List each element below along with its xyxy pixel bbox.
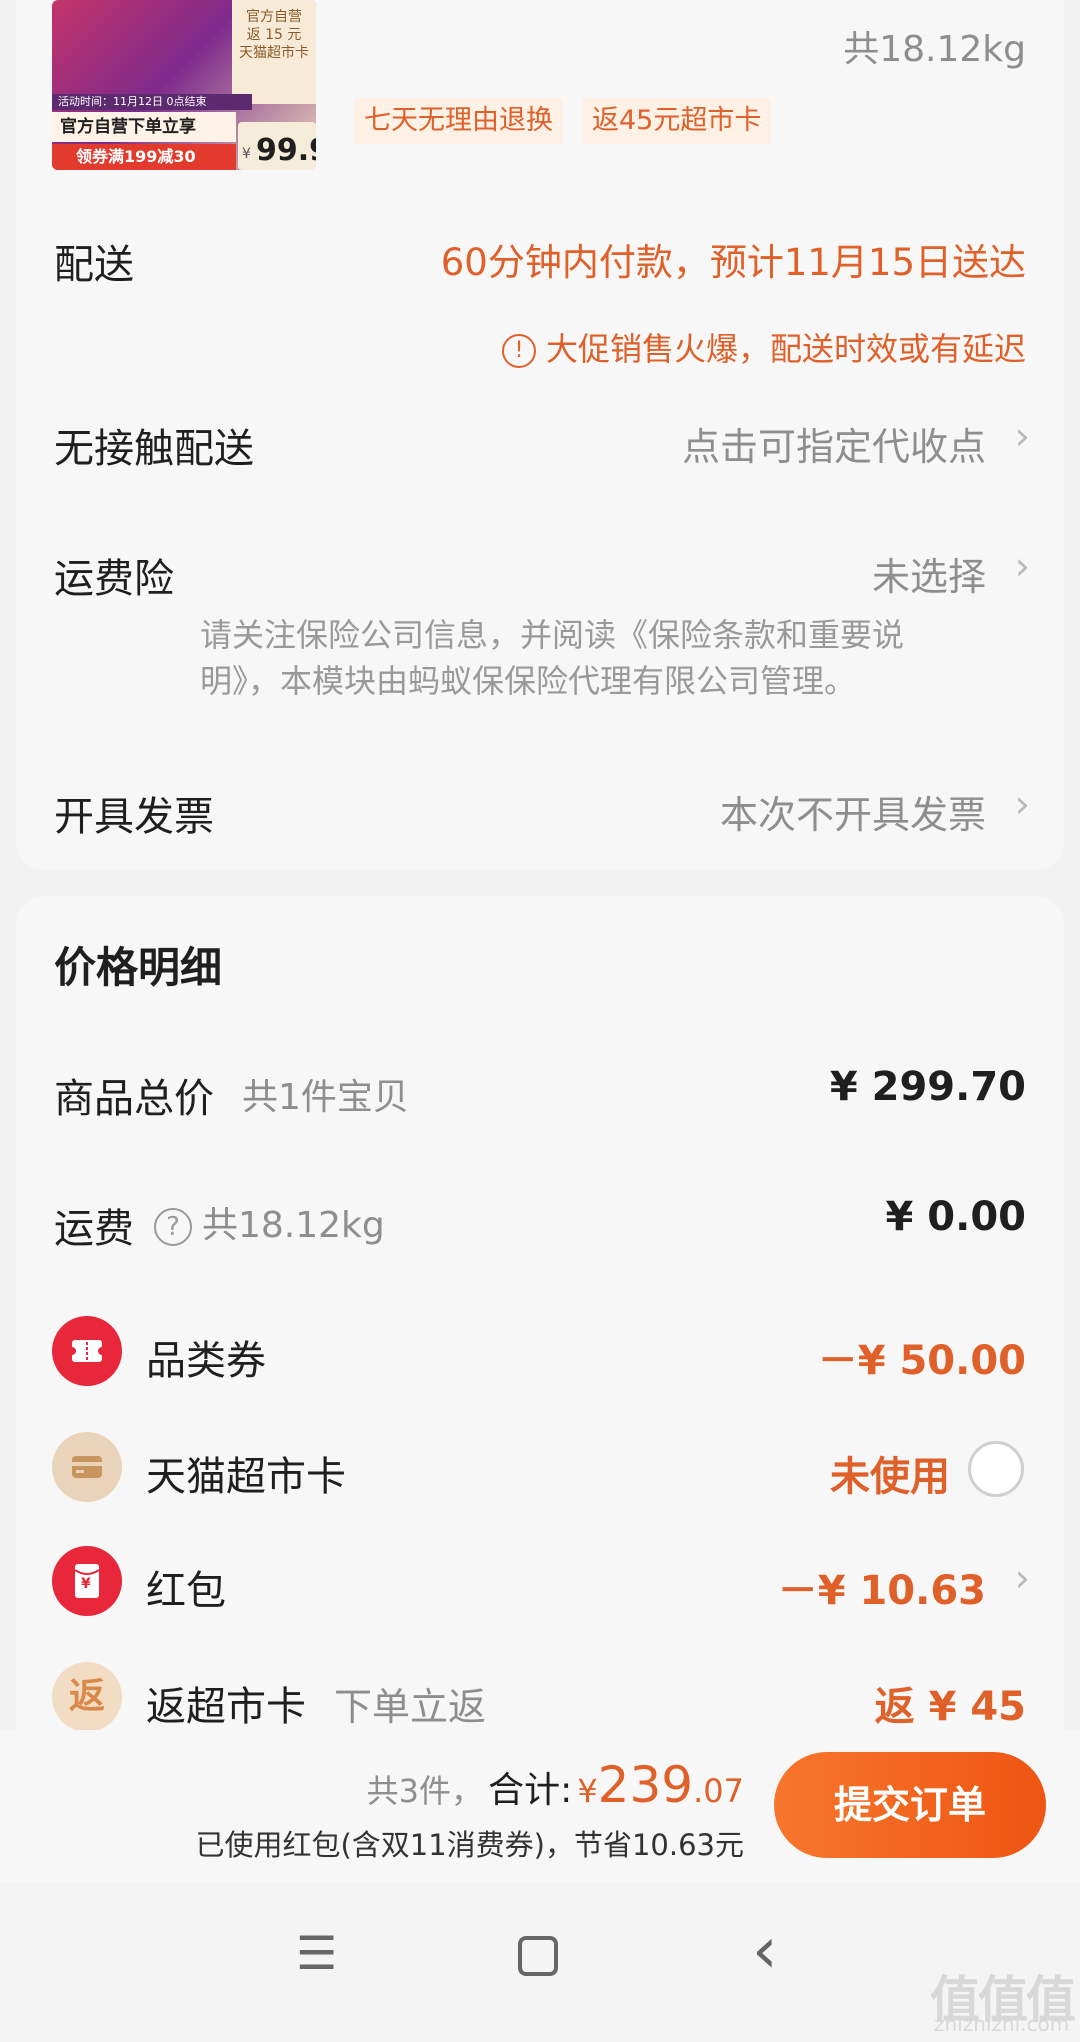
order-total: 共3件， 合计: ¥239.07 [367, 1756, 744, 1814]
chevron-right-icon: › [1014, 782, 1030, 826]
red-packet-yuan: ¥ [81, 1576, 91, 1592]
red-packet-row[interactable]: ¥ 红包 －¥ 10.63 › [0, 1538, 1080, 1628]
freight-insurance-row[interactable]: 运费险 未选择 › [0, 530, 1080, 610]
price-detail-title: 价格明细 [54, 943, 223, 992]
thumb-price-symbol: ¥ [242, 146, 251, 162]
red-packet-value: －¥ 10.63 [777, 1568, 986, 1614]
goods-total-label: 商品总价 [54, 1076, 214, 1122]
delivery-eta: 60分钟内付款，预计11月15日送达 [440, 241, 1026, 284]
item-count: 共3件， [366, 1772, 483, 1810]
red-packet-icon: ¥ [52, 1546, 122, 1616]
tmall-card-value: 未使用 [830, 1454, 950, 1500]
warning-icon: ! [501, 334, 536, 368]
back-icon[interactable]: ‹ [752, 1914, 778, 1988]
goods-total-value: ¥ 299.70 [829, 1064, 1026, 1110]
thumb-coupon-text: 领券满199减30 [52, 144, 236, 170]
thumb-cashback-tag: 官方自营 返 15 元 天猫超市卡 [232, 0, 316, 104]
shipping-weight: 共18.12kg [202, 1205, 385, 1246]
red-packet-label: 红包 [146, 1568, 226, 1614]
contactless-value: 点击可指定代收点 [681, 425, 986, 469]
thumb-activity-text: 活动时间：11月12日 0点结束 [52, 94, 252, 110]
invoice-row[interactable]: 开具发票 本次不开具发票 › [0, 768, 1080, 848]
system-navbar: ☰ ‹ [0, 1882, 1080, 2042]
shipping-label: 运费 [54, 1206, 134, 1252]
cashback-card-value: 返 ¥ 45 [874, 1684, 1026, 1730]
delivery-warning-text: 大促销售火爆，配送时效或有延迟 [545, 330, 1026, 368]
ticket-icon [52, 1316, 122, 1386]
tag-return-policy: 七天无理由退换 [354, 98, 563, 144]
contactless-row[interactable]: 无接触配送 点击可指定代收点 › [0, 400, 1080, 480]
tag-cashback: 返45元超市卡 [582, 98, 772, 144]
invoice-value: 本次不开具发票 [719, 793, 986, 837]
goods-count: 共1件宝贝 [242, 1077, 409, 1118]
help-icon[interactable]: ? [154, 1208, 192, 1246]
tmall-card-label: 天猫超市卡 [146, 1454, 346, 1500]
chevron-right-icon: › [1014, 414, 1030, 458]
category-coupon-value: －¥ 50.00 [817, 1338, 1026, 1384]
chevron-right-icon: › [1014, 544, 1030, 588]
thumb-price: 99.9 [256, 133, 316, 168]
total-label: 合计: [488, 1770, 573, 1811]
shipping-info: ? 共18.12kg [136, 1196, 385, 1248]
chevron-right-icon: › [1014, 1556, 1030, 1600]
shipping-value: ¥ 0.00 [885, 1194, 1026, 1240]
category-coupon-label: 品类券 [146, 1338, 266, 1384]
cashback-card-label: 返超市卡 [146, 1684, 306, 1730]
delivery-label: 配送 [54, 242, 134, 288]
menu-icon[interactable]: ☰ [296, 1926, 337, 1980]
product-weight: 共18.12kg [843, 29, 1026, 70]
watermark-url: zhizhizhi.com [934, 2012, 1070, 2036]
tmall-card-radio[interactable] [968, 1441, 1024, 1497]
insurance-note: 请关注保险公司信息，并阅读《保险条款和重要说明》，本模块由蚂蚁保保险代理有限公司… [200, 616, 905, 700]
product-thumbnail[interactable]: 官方自营 返 15 元 天猫超市卡 活动时间：11月12日 0点结束 官方自营下… [52, 0, 316, 170]
total-int: 239 [597, 1756, 694, 1814]
invoice-label: 开具发票 [54, 794, 214, 840]
freight-insurance-value: 未选择 [871, 555, 986, 599]
total-currency: ¥ [577, 1772, 598, 1810]
order-confirm-page: 官方自营 返 15 元 天猫超市卡 活动时间：11月12日 0点结束 官方自营下… [0, 0, 1080, 2042]
cashback-icon: 返 [52, 1662, 122, 1732]
tmall-card-row[interactable]: 天猫超市卡 未使用 [0, 1424, 1080, 1514]
contactless-label: 无接触配送 [54, 426, 254, 472]
delivery-warning: ! 大促销售火爆，配送时效或有延迟 [501, 324, 1026, 370]
freight-insurance-label: 运费险 [54, 556, 174, 602]
card-icon [52, 1432, 122, 1502]
savings-text: 已使用红包(含双11消费券)，节省10.63元 [195, 1828, 744, 1862]
thumb-promo-text: 官方自营下单立享 [52, 112, 236, 142]
total-dec: .07 [693, 1772, 744, 1810]
category-coupon-row[interactable]: 品类券 －¥ 50.00 [0, 1308, 1080, 1398]
home-icon[interactable] [518, 1936, 558, 1976]
submit-order-button[interactable]: 提交订单 [774, 1752, 1046, 1858]
cashback-card-sub: 下单立返 [334, 1685, 487, 1729]
